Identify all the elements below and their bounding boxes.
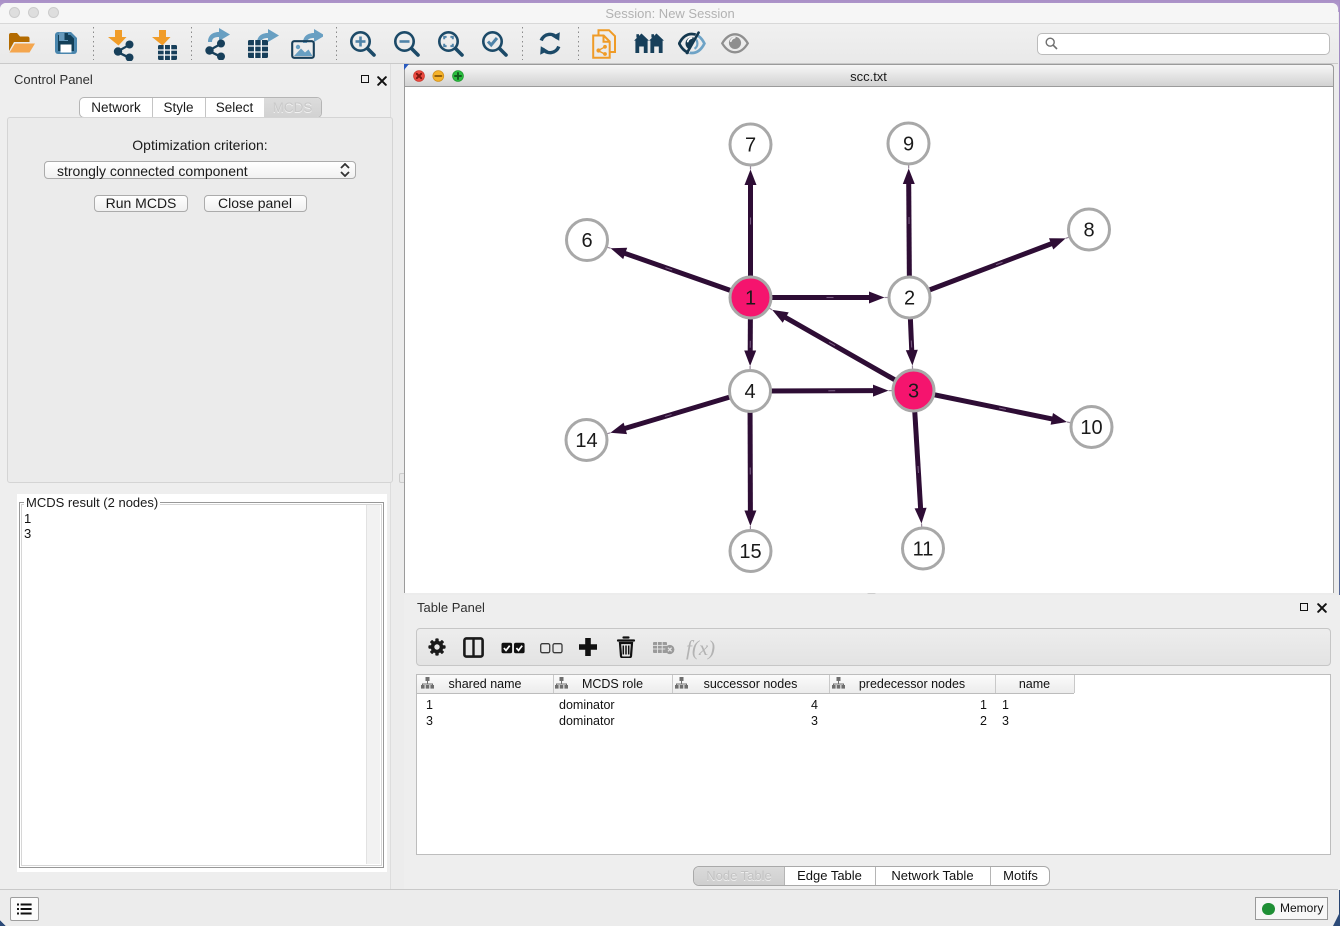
svg-text:11: 11: [913, 539, 934, 561]
svg-text:9: 9: [903, 134, 914, 156]
svg-text:10: 10: [1080, 417, 1102, 439]
svg-text:4: 4: [744, 381, 755, 403]
svg-text:15: 15: [739, 541, 761, 563]
svg-text:1: 1: [745, 288, 756, 310]
svg-text:7: 7: [745, 135, 756, 157]
svg-text:8: 8: [1083, 220, 1094, 242]
svg-text:3: 3: [908, 381, 919, 403]
svg-text:2: 2: [904, 288, 915, 310]
svg-text:6: 6: [581, 230, 592, 252]
svg-text:14: 14: [575, 430, 597, 452]
